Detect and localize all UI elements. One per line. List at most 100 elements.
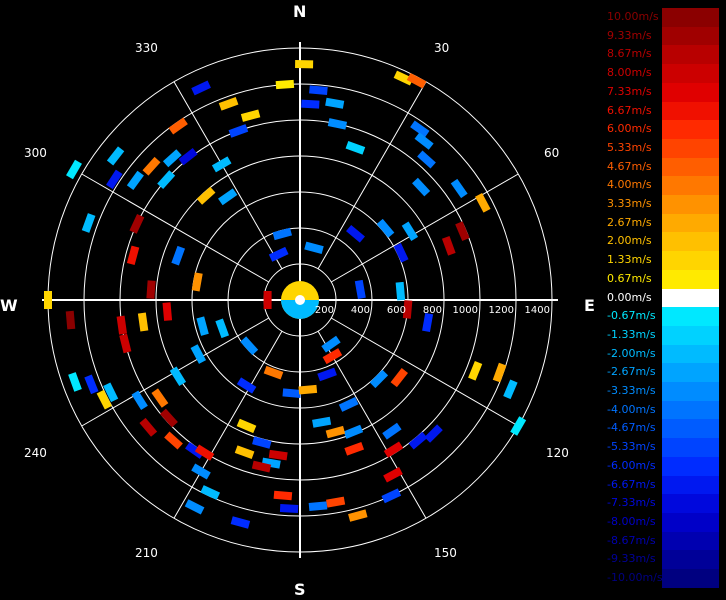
echo-bin-rect	[295, 60, 314, 69]
echo-bin-rect	[119, 333, 132, 354]
echo-bin	[268, 449, 288, 461]
echo-bin	[492, 362, 507, 383]
echo-bin	[230, 516, 251, 529]
legend-row: 2.67m/s	[605, 213, 719, 233]
echo-bin-rect	[390, 368, 408, 388]
legend-label: -9.33m/s	[607, 552, 656, 566]
spoke-line	[317, 81, 427, 270]
echo-bin	[196, 316, 209, 336]
echo-bin	[390, 368, 408, 388]
echo-bin	[191, 80, 211, 96]
echo-bin-rect	[348, 509, 368, 522]
echo-bin	[408, 431, 428, 450]
range-label: 800	[423, 305, 442, 316]
legend-label: 9.33m/s	[607, 28, 652, 42]
echo-bin-rect	[116, 315, 128, 335]
echo-bin-rect	[230, 516, 251, 529]
legend-label: 1.33m/s	[607, 253, 652, 267]
echo-bin-rect	[441, 235, 456, 256]
echo-bin-rect	[191, 272, 203, 292]
echo-bin-rect	[282, 388, 302, 398]
echo-bin-rect	[279, 504, 299, 513]
echo-bin-rect	[412, 177, 431, 197]
echo-bin-rect	[492, 362, 507, 383]
legend-swatch	[662, 531, 719, 551]
echo-bin-rect	[106, 169, 123, 190]
echo-bin	[401, 221, 419, 242]
legend-swatch	[662, 176, 719, 196]
legend-swatch	[662, 325, 719, 345]
echo-bin	[240, 336, 259, 356]
echo-bin	[325, 97, 345, 109]
echo-bin	[272, 227, 293, 241]
echo-bin	[273, 490, 293, 501]
legend-swatch	[662, 550, 719, 570]
legend-row: -5.33m/s	[605, 438, 719, 458]
echo-bin-rect	[450, 178, 468, 199]
echo-bin	[263, 365, 284, 380]
legend-row: 8.00m/s	[605, 64, 719, 84]
echo-bin	[344, 441, 365, 456]
legend-label: -6.67m/s	[607, 477, 656, 491]
echo-bin-rect	[273, 490, 293, 501]
echo-bin-rect	[369, 369, 389, 389]
legend-row: 6.00m/s	[605, 120, 719, 140]
legend-label: -2.00m/s	[607, 346, 656, 360]
echo-bin-rect	[510, 416, 527, 436]
echo-bin	[369, 369, 389, 389]
legend-row: -9.33m/s	[605, 550, 719, 570]
legend-row: 1.33m/s	[605, 251, 719, 271]
legend-swatch	[662, 269, 719, 289]
echo-bin-rect	[325, 425, 346, 439]
echo-bin	[194, 444, 215, 461]
range-label: 400	[351, 305, 370, 316]
center-point	[295, 295, 305, 305]
echo-bin-rect	[139, 417, 158, 437]
echo-bin	[455, 221, 470, 241]
echo-bin	[44, 291, 52, 309]
legend-swatch	[662, 475, 719, 495]
echo-bin	[475, 192, 491, 213]
echo-bin	[503, 379, 518, 400]
legend-swatch	[662, 400, 719, 420]
legend-row: 5.33m/s	[605, 138, 719, 158]
legend-label: 5.33m/s	[607, 140, 652, 154]
echo-bin	[119, 333, 132, 354]
echo-bin	[301, 99, 320, 109]
echo-bin-rect	[268, 246, 289, 262]
legend-swatch	[662, 419, 719, 439]
echo-bin-rect	[308, 501, 328, 511]
echo-bin-rect	[211, 156, 232, 173]
echo-bin-rect	[272, 227, 293, 241]
legend-swatch	[662, 8, 719, 27]
legend-swatch	[662, 456, 719, 476]
legend-label: 4.67m/s	[607, 159, 652, 173]
echo-bin	[169, 366, 187, 387]
bearing-label-210: 210	[135, 546, 158, 560]
echo-bin-rect	[326, 496, 346, 508]
echo-bin	[279, 504, 299, 513]
legend-label: 4.00m/s	[607, 178, 652, 192]
echo-bin-rect	[142, 156, 161, 176]
legend-label: -1.33m/s	[607, 327, 656, 341]
echo-bin	[68, 372, 82, 392]
radar-polar-plot: 200 400 600 800 1000 1200 1400	[42, 42, 558, 558]
legend-swatch	[662, 138, 719, 158]
legend-label: -2.67m/s	[607, 365, 656, 379]
legend-row: -7.33m/s	[605, 494, 719, 514]
echo-bin-rect	[168, 117, 188, 135]
legend-swatch	[662, 251, 719, 271]
legend-row: -1.33m/s	[605, 325, 719, 345]
echo-bin-rect	[190, 344, 207, 364]
echo-bin-rect	[84, 374, 99, 395]
echo-bin-rect	[503, 379, 518, 400]
echo-bin	[168, 117, 188, 135]
echo-bin	[65, 310, 76, 330]
echo-bin	[66, 159, 82, 180]
echo-bin-rect	[343, 424, 364, 439]
echo-bin	[348, 509, 368, 522]
echo-bin-rect	[376, 218, 395, 238]
echo-bin	[345, 140, 366, 155]
echo-bin	[184, 499, 205, 515]
echo-bin-rect	[383, 467, 403, 483]
